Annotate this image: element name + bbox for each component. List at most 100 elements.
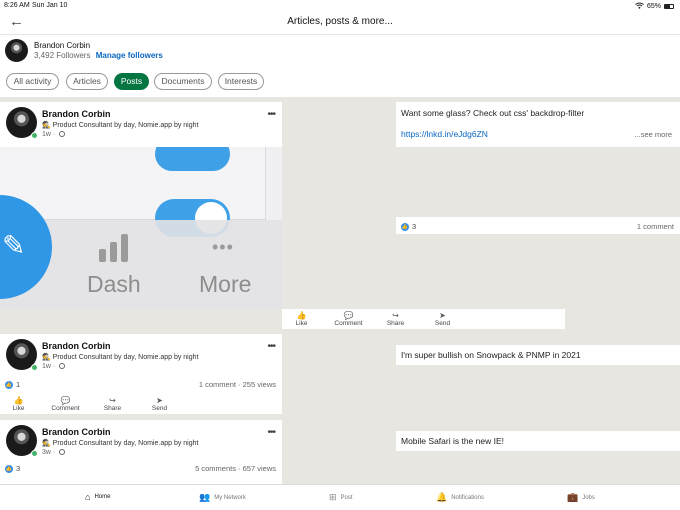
post-link[interactable]: https://lnkd.in/eJdg6ZN xyxy=(401,129,488,139)
chip-interests[interactable]: Interests xyxy=(218,73,264,90)
image-more-label: More xyxy=(199,271,252,297)
bell-icon: 🔔 xyxy=(436,492,448,502)
profile-header: Brandon Corbin 3,492 Followers Manage fo… xyxy=(0,35,680,68)
top-bar: ← Articles, posts & more... xyxy=(0,11,680,35)
post-text: I'm super bullish on Snowpack & PNMP in … xyxy=(401,350,581,360)
like-button[interactable]: 👍 Like xyxy=(0,396,42,412)
comment-icon: 💬 xyxy=(60,396,71,405)
comment-label: Comment xyxy=(334,320,363,327)
detective-emoji-icon: 🕵 xyxy=(42,354,51,361)
followers-count: 3,492 Followers xyxy=(34,51,91,60)
thumbs-up-icon: 👍 xyxy=(296,311,307,320)
chip-documents[interactable]: Documents xyxy=(154,73,212,90)
like-count[interactable]: 👍 3 xyxy=(5,464,20,473)
chip-articles[interactable]: Articles xyxy=(66,73,108,90)
headline-text: Product Consultant by day, Nomie.app by … xyxy=(52,354,199,361)
post-text-panel: Want some glass? Check out css' backdrop… xyxy=(396,102,680,147)
battery-icon xyxy=(664,4,674,9)
tab-my-network[interactable]: 👥 My Network xyxy=(199,492,246,503)
more-options-icon[interactable]: ••• xyxy=(267,427,275,438)
send-button[interactable]: ➤ Send xyxy=(136,396,183,412)
engagement-stats[interactable]: 1 comment · 255 views xyxy=(199,380,276,389)
time-text: 1w xyxy=(42,131,51,138)
image-dots-icon: ••• xyxy=(212,237,234,257)
filter-bar: All activity Articles Posts Documents In… xyxy=(0,68,680,97)
author-headline: 🕵 Product Consultant by day, Nomie.app b… xyxy=(42,439,198,447)
like-count-text: 3 xyxy=(412,222,417,231)
send-button[interactable]: ➤ Send xyxy=(419,311,466,327)
online-indicator xyxy=(31,364,38,371)
like-label: Like xyxy=(12,405,25,412)
share-icon: ↪ xyxy=(392,311,399,320)
send-icon: ➤ xyxy=(156,396,163,405)
post-card: Brandon Corbin 🕵 Product Consultant by d… xyxy=(0,334,282,414)
like-icon: 👍 xyxy=(401,222,409,231)
comment-button[interactable]: 💬 Comment xyxy=(42,396,89,412)
tab-jobs[interactable]: 💼 Jobs xyxy=(567,492,595,503)
status-date: Sun Jan 10 xyxy=(32,2,68,9)
bottom-tab-bar: ⌂ Home 👥 My Network ⊞ Post 🔔 Notifications 💼… xyxy=(0,484,680,510)
battery-percent: 65% xyxy=(646,3,661,10)
send-label: Send xyxy=(434,320,451,327)
like-icon: 👍 xyxy=(5,464,13,473)
engagement-stats[interactable]: 5 comments · 657 views xyxy=(195,464,276,473)
wifi-icon xyxy=(635,2,644,11)
author-name[interactable]: Brandon Corbin xyxy=(42,109,111,119)
pencil-icon: ✎ xyxy=(2,230,26,261)
chip-posts[interactable]: Posts xyxy=(114,73,149,90)
see-more-link[interactable]: ...see more xyxy=(634,130,672,139)
post-image[interactable]: ✎ Dash ••• More xyxy=(0,147,282,309)
post-text: Want some glass? Check out css' backdrop… xyxy=(401,108,585,118)
author-headline: 🕵 Product Consultant by day, Nomie.app b… xyxy=(42,353,198,361)
like-count-text: 3 xyxy=(16,464,21,473)
author-name[interactable]: Brandon Corbin xyxy=(42,427,111,437)
send-icon: ➤ xyxy=(439,311,446,320)
briefcase-icon: 💼 xyxy=(567,492,579,502)
like-label: Like xyxy=(295,320,308,327)
globe-icon xyxy=(59,363,66,369)
manage-followers-link[interactable]: Manage followers xyxy=(96,51,163,60)
share-button[interactable]: ↪ Share xyxy=(89,396,136,412)
like-button[interactable]: 👍 Like xyxy=(278,311,325,327)
tab-label: Post xyxy=(340,494,353,501)
comment-count: 1 comment xyxy=(198,380,236,389)
more-options-icon[interactable]: ••• xyxy=(267,109,275,120)
status-bar: 8:26 AM Sun Jan 10 65% xyxy=(0,0,680,11)
post-text: Mobile Safari is the new IE! xyxy=(401,436,504,446)
online-indicator xyxy=(31,450,38,457)
more-options-icon[interactable]: ••• xyxy=(267,341,275,352)
like-count[interactable]: 👍 3 xyxy=(401,222,416,231)
like-icon: 👍 xyxy=(5,380,13,389)
image-dash-label: Dash xyxy=(87,271,141,297)
tab-home[interactable]: ⌂ Home xyxy=(85,492,110,502)
chip-all-activity[interactable]: All activity xyxy=(6,73,59,90)
tab-label: My Network xyxy=(214,494,246,501)
online-indicator xyxy=(31,132,38,139)
comment-count[interactable]: 1 comment xyxy=(637,222,674,231)
profile-followers: 3,492 Followers Manage followers xyxy=(34,51,163,60)
status-right: 65% xyxy=(635,2,674,11)
tab-post[interactable]: ⊞ Post xyxy=(329,492,353,503)
share-label: Share xyxy=(103,405,122,412)
globe-icon xyxy=(59,131,66,137)
bar-chart-icon xyxy=(97,233,131,268)
author-headline: 🕵 Product Consultant by day, Nomie.app b… xyxy=(42,121,198,129)
post-text-panel: I'm super bullish on Snowpack & PNMP in … xyxy=(396,345,680,365)
image-toggle-top xyxy=(155,147,230,171)
thumbs-up-icon: 👍 xyxy=(13,396,24,405)
share-icon: ↪ xyxy=(109,396,116,405)
like-count[interactable]: 👍 1 xyxy=(5,380,20,389)
tab-notifications[interactable]: 🔔 Notifications xyxy=(436,492,484,503)
post-card: Brandon Corbin 🕵 Product Consultant by d… xyxy=(0,102,282,147)
avatar[interactable] xyxy=(5,39,28,62)
time-text: 1w xyxy=(42,363,51,370)
comment-button[interactable]: 💬 Comment xyxy=(325,311,372,327)
profile-name[interactable]: Brandon Corbin xyxy=(34,41,90,50)
status-time: 8:26 AM xyxy=(4,2,30,9)
share-button[interactable]: ↪ Share xyxy=(372,311,419,327)
author-name[interactable]: Brandon Corbin xyxy=(42,341,111,351)
post-social-bar: 👍 3 1 comment xyxy=(396,217,680,234)
tab-label: Notifications xyxy=(451,494,484,501)
post-actions-bar: 👍 Like 💬 Comment ↪ Share ➤ Send xyxy=(282,309,565,329)
post-time: 1w · xyxy=(42,131,66,138)
